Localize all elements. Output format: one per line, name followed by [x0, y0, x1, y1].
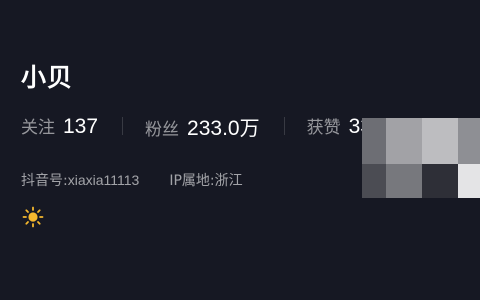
sun-icon	[22, 206, 44, 228]
stat-followers-value: 233.0万	[187, 112, 260, 141]
mosaic-overlay	[362, 118, 480, 198]
profile-name: 小贝	[21, 63, 74, 92]
profile-header: 小贝 关注 137 粉丝 233.0万 获赞 3380 抖音号: xiaxia1…	[0, 0, 480, 300]
stat-following[interactable]: 关注 137	[21, 113, 98, 139]
profile-meta: 抖音号: xiaxia11113 IP属地: 浙江	[21, 170, 243, 190]
ip-location-label: IP属地:	[169, 173, 215, 189]
stat-divider	[283, 117, 285, 135]
stat-followers-label: 粉丝	[145, 119, 180, 140]
stat-followers[interactable]: 粉丝 233.0万	[145, 112, 260, 141]
stat-following-value: 137	[63, 115, 99, 138]
stat-followers-number: 233.0	[187, 116, 240, 140]
douyin-id-label: 抖音号:	[21, 173, 68, 189]
stat-divider	[122, 117, 124, 135]
profile-stats: 关注 137 粉丝 233.0万 获赞 3380	[21, 111, 395, 141]
ip-location-value: 浙江	[214, 173, 243, 189]
stat-following-label: 关注	[21, 118, 55, 138]
stat-followers-unit: 万	[239, 115, 260, 140]
douyin-id-value[interactable]: xiaxia11113	[68, 172, 140, 188]
stat-likes-label: 获赞	[306, 118, 341, 138]
